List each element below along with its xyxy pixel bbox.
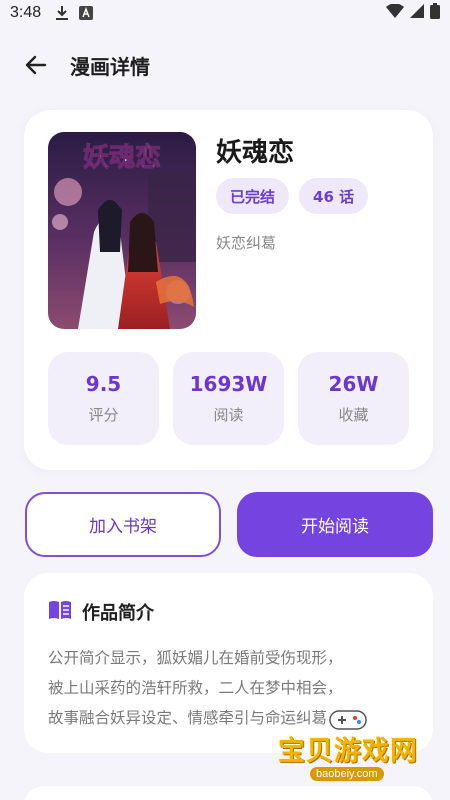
start-reading-button[interactable]: 开始阅读 xyxy=(237,492,433,557)
battery-icon xyxy=(430,3,440,23)
download-icon xyxy=(55,5,69,21)
watermark-logo: 宝贝游戏网 baobeiy.com xyxy=(272,705,444,791)
watermark-url: baobeiy.com xyxy=(310,767,384,781)
book-icon xyxy=(48,600,72,624)
stat-favorites-value: 26W xyxy=(328,372,379,396)
app-notification-icon xyxy=(79,6,94,20)
stat-rating-label: 评分 xyxy=(88,406,119,424)
intro-header: 作品简介 xyxy=(48,599,154,625)
comic-tags: 已完结 46 话 xyxy=(216,178,369,214)
stat-rating-value: 9.5 xyxy=(85,372,122,396)
episode-count-badge: 46 话 xyxy=(299,178,369,214)
intro-title: 作品简介 xyxy=(82,603,154,624)
signal-icon xyxy=(410,4,424,22)
comic-info-card: 妖魂恋 妖魂恋 已完结 46 话 妖恋纠葛 9.5 评分 1693W 阅读 26… xyxy=(24,110,433,470)
stat-rating: 9.5 评分 xyxy=(48,352,159,445)
wifi-icon xyxy=(386,3,404,22)
stat-reads-label: 阅读 xyxy=(213,406,244,424)
stat-reads-value: 1693W xyxy=(189,372,268,396)
app-bar: 漫画详情 xyxy=(0,40,450,90)
comic-stats: 9.5 评分 1693W 阅读 26W 收藏 xyxy=(48,352,409,445)
add-to-shelf-button[interactable]: 加入书架 xyxy=(25,492,221,557)
status-badge: 已完结 xyxy=(216,178,290,214)
comic-genre: 妖恋纠葛 xyxy=(216,234,277,252)
stat-reads: 1693W 阅读 xyxy=(173,352,284,445)
back-button[interactable] xyxy=(22,51,50,79)
watermark-brand: 宝贝游戏网 xyxy=(278,736,418,767)
page-title: 漫画详情 xyxy=(70,54,150,79)
back-arrow-icon xyxy=(25,55,47,75)
intro-line: 公开简介显示，狐妖媚儿在婚前受伤现形， xyxy=(48,649,343,667)
status-bar: 3:48 xyxy=(0,0,450,26)
status-time: 3:48 xyxy=(10,4,42,21)
stat-favorites: 26W 收藏 xyxy=(298,352,409,445)
stat-favorites-label: 收藏 xyxy=(338,406,369,424)
comic-cover-image[interactable]: 妖魂恋 xyxy=(48,132,196,329)
cover-title-text: 妖魂恋 xyxy=(83,142,161,173)
comic-title: 妖魂恋 xyxy=(216,138,295,168)
intro-line: 被上山采药的浩轩所救，二人在梦中相会， xyxy=(48,679,343,697)
